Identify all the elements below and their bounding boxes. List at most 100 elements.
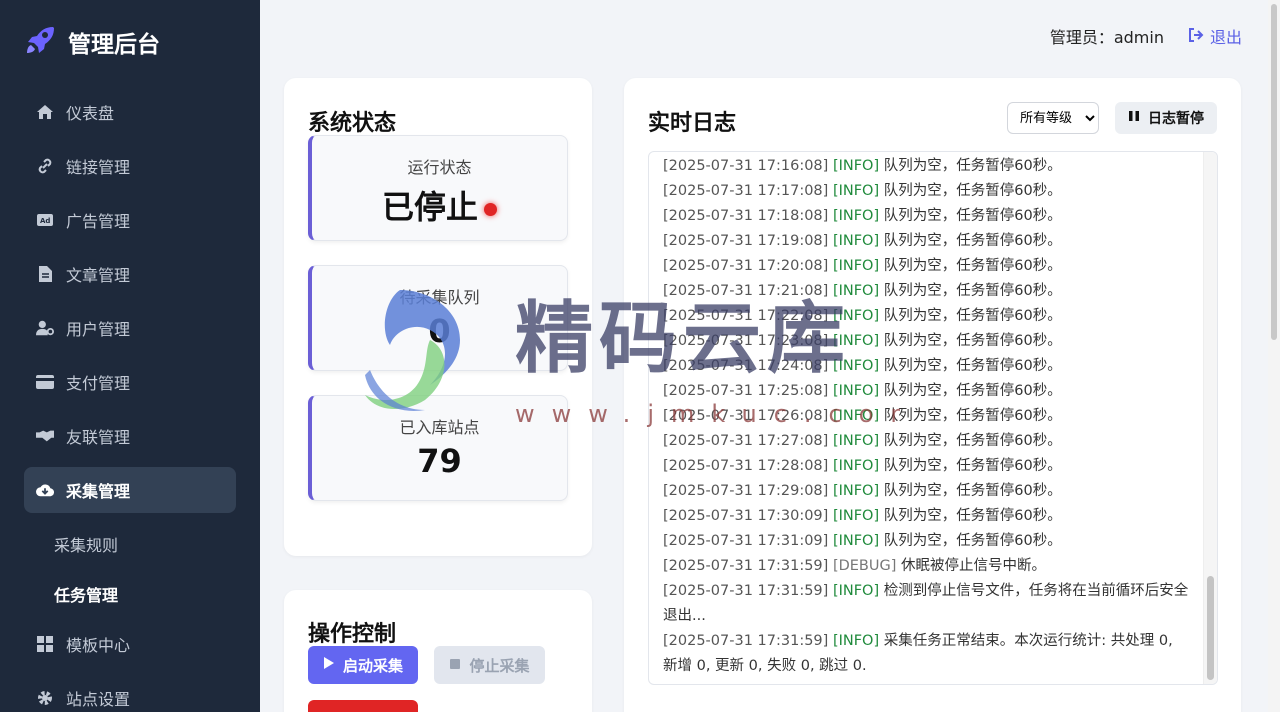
log-level: [DEBUG] bbox=[832, 558, 897, 574]
log-message: 队列为空，任务暂停60秒。 bbox=[883, 408, 1062, 424]
log-timestamp: [2025-07-31 17:19:08] bbox=[663, 233, 829, 249]
log-entry: [2025-07-31 17:29:08] [INFO] 队列为空，任务暂停60… bbox=[663, 479, 1191, 504]
sites-label: 已入库站点 bbox=[399, 418, 480, 437]
log-level: [INFO] bbox=[832, 233, 880, 249]
queue-value: 0 bbox=[428, 312, 451, 350]
log-message: 队列为空，任务暂停60秒。 bbox=[883, 183, 1062, 199]
home-icon bbox=[36, 103, 54, 121]
pause-log-button[interactable]: 日志暂停 bbox=[1115, 102, 1217, 134]
log-message: 队列为空，任务暂停60秒。 bbox=[883, 233, 1062, 249]
log-level: [INFO] bbox=[832, 433, 880, 449]
log-entry: [2025-07-31 17:21:08] [INFO] 队列为空，任务暂停60… bbox=[663, 279, 1191, 304]
log-timestamp: [2025-07-31 17:31:09] bbox=[663, 533, 829, 549]
log-timestamp: [2025-07-31 17:16:08] bbox=[663, 158, 829, 174]
log-entry: [2025-07-31 17:27:08] [INFO] 队列为空，任务暂停60… bbox=[663, 429, 1191, 454]
log-card: 实时日志 所有等级 日志暂停 [2025-07-31 17:16:08] [IN… bbox=[624, 78, 1241, 712]
log-entry: [2025-07-31 17:31:59] [DEBUG] 休眠被停止信号中断。 bbox=[663, 554, 1191, 579]
subnav-item-tasks[interactable]: 任务管理 bbox=[54, 582, 118, 606]
run-status-value: 已停止 bbox=[312, 182, 567, 228]
handshake-icon bbox=[36, 427, 54, 445]
sidebar-item-0[interactable]: 仪表盘 bbox=[24, 89, 236, 135]
status-card: 系统状态 运行状态 已停止 待采集队列 0 已入库站点 79 bbox=[284, 78, 592, 556]
start-button[interactable]: 启动采集 bbox=[308, 646, 418, 684]
sidebar-item-label: 支付管理 bbox=[66, 374, 131, 393]
log-level: [INFO] bbox=[832, 508, 880, 524]
admin-label: 管理员：admin bbox=[1049, 28, 1164, 47]
user-gear-icon bbox=[36, 319, 54, 337]
log-console[interactable]: [2025-07-31 17:16:08] [INFO] 队列为空，任务暂停60… bbox=[648, 151, 1218, 685]
log-message: 队列为空，任务暂停60秒。 bbox=[883, 383, 1062, 399]
gear-icon bbox=[36, 689, 54, 707]
log-message: 队列为空，任务暂停60秒。 bbox=[883, 258, 1062, 274]
log-message: 队列为空，任务暂停60秒。 bbox=[883, 458, 1062, 474]
log-message: 队列为空，任务暂停60秒。 bbox=[883, 308, 1062, 324]
sidebar-item-1[interactable]: 链接管理 bbox=[24, 143, 236, 189]
sidebar-item-2[interactable]: Ad 广告管理 bbox=[24, 197, 236, 243]
run-status-label: 运行状态 bbox=[407, 158, 472, 177]
page-scrollbar[interactable] bbox=[1268, 0, 1280, 712]
logout-link[interactable]: 退出 bbox=[1188, 24, 1242, 48]
stop-button[interactable]: 停止采集 bbox=[434, 646, 545, 684]
log-timestamp: [2025-07-31 17:22:08] bbox=[663, 308, 829, 324]
sidebar-item-label: 友联管理 bbox=[66, 428, 131, 447]
sidebar-item-label: 链接管理 bbox=[66, 158, 131, 177]
log-level: [INFO] bbox=[832, 533, 880, 549]
log-entry: [2025-07-31 17:22:08] [INFO] 队列为空，任务暂停60… bbox=[663, 304, 1191, 329]
sidebar-item-7[interactable]: 采集管理 bbox=[24, 467, 236, 513]
ad-icon: Ad bbox=[36, 211, 54, 229]
log-entry: [2025-07-31 17:31:59] [INFO] 采集任务正常结束。本次… bbox=[663, 629, 1191, 679]
log-timestamp: [2025-07-31 17:23:08] bbox=[663, 333, 829, 349]
sidebar-item-9[interactable]: 站点设置 bbox=[24, 675, 236, 712]
log-entry: [2025-07-31 17:23:08] [INFO] 队列为空，任务暂停60… bbox=[663, 329, 1191, 354]
link-icon bbox=[36, 157, 54, 175]
sidebar-item-5[interactable]: 支付管理 bbox=[24, 359, 236, 405]
sidebar-item-4[interactable]: 用户管理 bbox=[24, 305, 236, 351]
control-card: 操作控制 启动采集 停止采集 bbox=[284, 590, 592, 712]
sidebar-item-3[interactable]: 文章管理 bbox=[24, 251, 236, 297]
sidebar-item-label: 采集管理 bbox=[66, 482, 131, 501]
grid-icon bbox=[36, 635, 54, 653]
sidebar-item-8[interactable]: 模板中心 bbox=[24, 621, 236, 667]
log-entry: [2025-07-31 17:25:08] [INFO] 队列为空，任务暂停60… bbox=[663, 379, 1191, 404]
queue-stat: 待采集队列 0 bbox=[308, 265, 568, 371]
log-timestamp: [2025-07-31 17:30:09] bbox=[663, 508, 829, 524]
log-entry: [2025-07-31 17:19:08] [INFO] 队列为空，任务暂停60… bbox=[663, 229, 1191, 254]
log-message: 休眠被停止信号中断。 bbox=[900, 558, 1046, 574]
log-entry: [2025-07-31 17:24:08] [INFO] 队列为空，任务暂停60… bbox=[663, 354, 1191, 379]
log-level: [INFO] bbox=[832, 483, 880, 499]
file-icon bbox=[36, 265, 54, 283]
log-timestamp: [2025-07-31 17:27:08] bbox=[663, 433, 829, 449]
sidebar-item-6[interactable]: 友联管理 bbox=[24, 413, 236, 459]
log-message: 队列为空，任务暂停60秒。 bbox=[883, 333, 1062, 349]
brand[interactable]: 管理后台 bbox=[24, 24, 160, 60]
log-message: 队列为空，任务暂停60秒。 bbox=[883, 283, 1062, 299]
log-level: [INFO] bbox=[832, 308, 880, 324]
log-timestamp: [2025-07-31 17:31:59] bbox=[663, 583, 829, 599]
log-message: 队列为空，任务暂停60秒。 bbox=[883, 358, 1062, 374]
danger-button[interactable] bbox=[308, 700, 418, 712]
log-level-select[interactable]: 所有等级 bbox=[1007, 102, 1099, 134]
subnav-item-rules[interactable]: 采集规则 bbox=[54, 532, 118, 556]
topbar: 管理员：admin 退出 bbox=[1050, 24, 1242, 48]
log-entry: [2025-07-31 17:30:09] [INFO] 队列为空，任务暂停60… bbox=[663, 504, 1191, 529]
brand-title: 管理后台 bbox=[68, 32, 160, 58]
log-message: 队列为空，任务暂停60秒。 bbox=[883, 508, 1062, 524]
log-entry: [2025-07-31 17:28:08] [INFO] 队列为空，任务暂停60… bbox=[663, 454, 1191, 479]
cloud-download-icon bbox=[36, 481, 54, 499]
log-message: 队列为空，任务暂停60秒。 bbox=[883, 208, 1062, 224]
sites-value: 79 bbox=[417, 442, 462, 480]
log-level: [INFO] bbox=[832, 158, 880, 174]
sidebar-item-label: 文章管理 bbox=[66, 266, 131, 285]
log-timestamp: [2025-07-31 17:31:59] bbox=[663, 558, 829, 574]
log-timestamp: [2025-07-31 17:21:08] bbox=[663, 283, 829, 299]
logout-label: 退出 bbox=[1209, 28, 1242, 47]
run-status-stat: 运行状态 已停止 bbox=[308, 135, 568, 241]
rocket-icon bbox=[24, 24, 56, 60]
log-scrollbar[interactable] bbox=[1203, 152, 1217, 684]
log-entry: [2025-07-31 17:31:09] [INFO] 队列为空，任务暂停60… bbox=[663, 529, 1191, 554]
log-level: [INFO] bbox=[832, 583, 880, 599]
log-timestamp: [2025-07-31 17:29:08] bbox=[663, 483, 829, 499]
queue-label: 待采集队列 bbox=[399, 288, 480, 307]
log-title: 实时日志 bbox=[648, 111, 737, 136]
log-message: 队列为空，任务暂停60秒。 bbox=[883, 433, 1062, 449]
